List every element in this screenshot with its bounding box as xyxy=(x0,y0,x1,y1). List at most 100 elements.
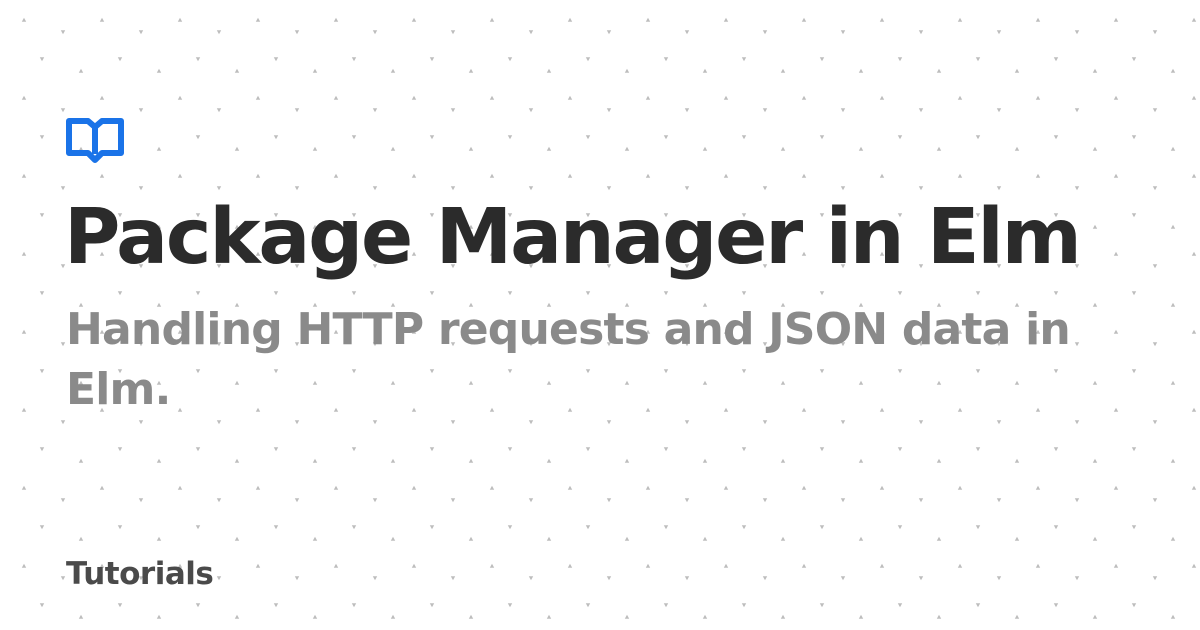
pattern-mark xyxy=(1131,135,1137,140)
pattern-mark xyxy=(216,30,222,35)
pattern-mark xyxy=(60,498,66,503)
pattern-mark xyxy=(897,525,903,530)
pattern-mark xyxy=(333,563,339,568)
pattern-mark xyxy=(702,68,708,73)
pattern-mark xyxy=(1035,563,1041,568)
pattern-mark xyxy=(585,57,591,62)
pattern-mark xyxy=(741,603,747,608)
pattern-mark xyxy=(351,525,357,530)
pattern-mark xyxy=(879,563,885,568)
pattern-mark xyxy=(156,614,162,619)
pattern-mark xyxy=(684,186,690,191)
pattern-mark xyxy=(546,536,552,541)
pattern-mark xyxy=(117,291,123,296)
pattern-mark xyxy=(390,614,396,619)
pattern-mark xyxy=(801,17,807,22)
pattern-mark xyxy=(468,536,474,541)
pattern-mark xyxy=(1152,420,1158,425)
pattern-mark xyxy=(429,525,435,530)
pattern-mark xyxy=(273,525,279,530)
pattern-mark xyxy=(333,173,339,178)
pattern-mark xyxy=(975,603,981,608)
pattern-mark xyxy=(819,603,825,608)
pattern-mark xyxy=(741,57,747,62)
pattern-mark xyxy=(528,420,534,425)
pattern-mark xyxy=(468,458,474,463)
pattern-mark xyxy=(372,498,378,503)
pattern-mark xyxy=(663,135,669,140)
pattern-mark xyxy=(528,498,534,503)
pattern-mark xyxy=(723,563,729,568)
pattern-mark xyxy=(1170,458,1176,463)
pattern-mark xyxy=(273,603,279,608)
pattern-mark xyxy=(975,447,981,452)
pattern-mark xyxy=(780,458,786,463)
pattern-mark xyxy=(39,213,45,218)
pattern-mark xyxy=(351,57,357,62)
pattern-mark xyxy=(429,603,435,608)
pattern-mark xyxy=(21,329,27,334)
pattern-mark xyxy=(450,576,456,581)
pattern-mark xyxy=(39,603,45,608)
pattern-mark xyxy=(117,447,123,452)
pattern-mark xyxy=(39,57,45,62)
pattern-mark xyxy=(21,485,27,490)
pattern-mark xyxy=(216,498,222,503)
pattern-mark xyxy=(585,525,591,530)
pattern-mark xyxy=(429,135,435,140)
pattern-mark xyxy=(840,186,846,191)
pattern-mark xyxy=(957,563,963,568)
pattern-mark xyxy=(918,498,924,503)
pattern-mark xyxy=(624,68,630,73)
pattern-mark xyxy=(507,603,513,608)
pattern-mark xyxy=(1035,17,1041,22)
pattern-mark xyxy=(195,603,201,608)
pattern-mark xyxy=(1014,68,1020,73)
pattern-mark xyxy=(1074,576,1080,581)
pattern-mark xyxy=(645,17,651,22)
pattern-mark xyxy=(312,146,318,151)
pattern-mark xyxy=(1014,536,1020,541)
pattern-mark xyxy=(996,30,1002,35)
pattern-mark xyxy=(234,146,240,151)
pattern-mark xyxy=(801,173,807,178)
pattern-mark xyxy=(1053,57,1059,62)
pattern-mark xyxy=(996,420,1002,425)
pattern-mark xyxy=(723,173,729,178)
pattern-mark xyxy=(1014,614,1020,619)
pattern-mark xyxy=(21,17,27,22)
pattern-mark xyxy=(528,186,534,191)
pattern-mark xyxy=(138,498,144,503)
pattern-mark xyxy=(546,458,552,463)
pattern-mark xyxy=(975,57,981,62)
pattern-mark xyxy=(234,614,240,619)
pattern-mark xyxy=(507,525,513,530)
pattern-mark xyxy=(78,536,84,541)
pattern-mark xyxy=(234,458,240,463)
pattern-mark xyxy=(1170,68,1176,73)
pattern-mark xyxy=(780,146,786,151)
pattern-mark xyxy=(99,95,105,100)
pattern-mark xyxy=(897,57,903,62)
pattern-mark xyxy=(645,485,651,490)
pattern-mark xyxy=(195,57,201,62)
pattern-mark xyxy=(1092,68,1098,73)
pattern-mark xyxy=(489,563,495,568)
pattern-mark xyxy=(1191,407,1197,412)
pattern-mark xyxy=(138,30,144,35)
pattern-mark xyxy=(1092,146,1098,151)
pattern-mark xyxy=(1113,563,1119,568)
pattern-mark xyxy=(294,30,300,35)
pattern-mark xyxy=(858,536,864,541)
pattern-mark xyxy=(840,420,846,425)
pattern-mark xyxy=(450,420,456,425)
pattern-mark xyxy=(489,17,495,22)
pattern-mark xyxy=(216,108,222,113)
pattern-mark xyxy=(762,420,768,425)
pattern-mark xyxy=(117,525,123,530)
pattern-mark xyxy=(21,95,27,100)
pattern-mark xyxy=(606,30,612,35)
pattern-mark xyxy=(741,135,747,140)
pattern-mark xyxy=(858,146,864,151)
pattern-mark xyxy=(39,525,45,530)
